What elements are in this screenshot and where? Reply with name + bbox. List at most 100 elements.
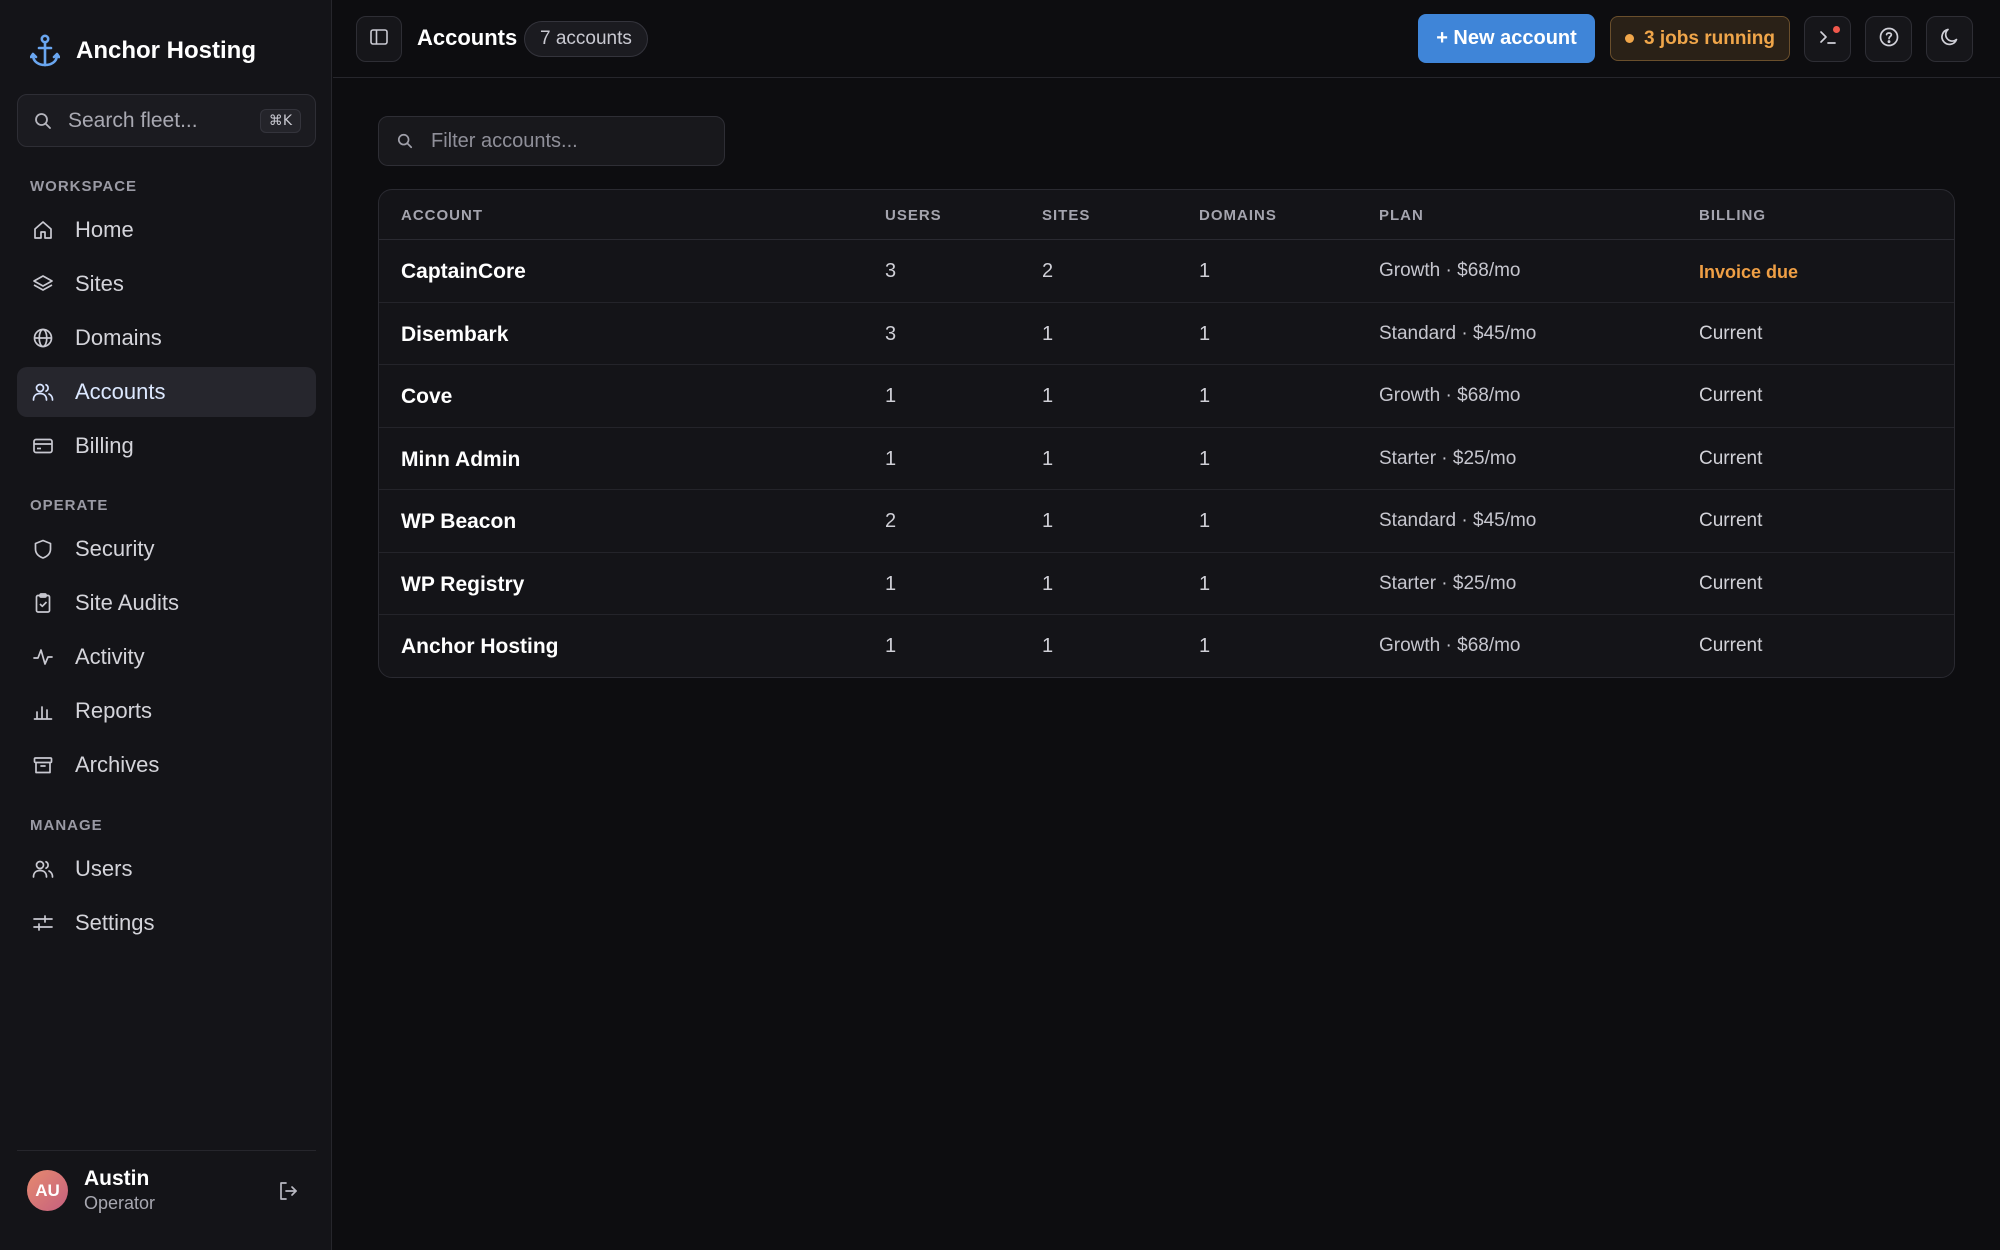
user-role: Operator <box>84 1193 156 1213</box>
plan: Growth · $68/mo <box>1379 385 1521 406</box>
search-icon <box>397 131 417 151</box>
column-header-users[interactable]: USERS <box>885 207 942 224</box>
globe-icon <box>31 326 55 350</box>
page-title: Accounts <box>417 25 518 50</box>
section-label-workspace: WORKSPACE <box>30 178 138 195</box>
avatar: AU <box>27 1170 68 1211</box>
domains-count: 1 <box>1199 572 1211 595</box>
sidebar-item-billing[interactable]: Billing <box>17 421 316 471</box>
users-count: 1 <box>885 635 897 657</box>
sidebar-item-activity[interactable]: Activity <box>17 632 316 682</box>
sites-count: 1 <box>1042 572 1054 595</box>
credit-card-icon <box>31 434 55 458</box>
table-row[interactable]: WP Beacon 2 1 1 Standard · $45/mo Curren… <box>379 490 1954 553</box>
accounts-table: ACCOUNT USERS SITES DOMAINS PLAN BILLING… <box>378 189 1955 678</box>
sidebar-item-label: Billing <box>75 433 134 458</box>
sidebar-item-label: Sites <box>75 271 124 296</box>
sidebar-item-label: Settings <box>75 910 155 935</box>
section-label-operate: OPERATE <box>30 497 109 514</box>
plan: Starter · $25/mo <box>1379 572 1517 594</box>
help-button[interactable] <box>1865 16 1912 62</box>
account-name[interactable]: Anchor Hosting <box>401 635 559 659</box>
archive-icon <box>31 753 55 777</box>
user-name: Austin <box>84 1167 150 1190</box>
domains-count: 1 <box>1199 635 1211 657</box>
account-name[interactable]: Minn Admin <box>401 448 520 472</box>
sidebar-item-accounts[interactable]: Accounts <box>17 367 316 417</box>
sidebar-toggle-button[interactable] <box>356 16 402 62</box>
users-count: 3 <box>885 322 897 345</box>
search-fleet-input[interactable]: Search fleet... ⌘K <box>17 94 316 147</box>
search-icon <box>34 110 56 132</box>
sidebar-item-settings[interactable]: Settings <box>17 898 316 948</box>
users-count: 3 <box>885 260 897 282</box>
sidebar-item-label: Users <box>75 856 133 881</box>
table-row[interactable]: Minn Admin 1 1 1 Starter · $25/mo Curren… <box>379 428 1954 490</box>
sidebar-item-site-audits[interactable]: Site Audits <box>17 578 316 628</box>
billing-status: Current <box>1699 447 1763 469</box>
activity-icon <box>31 645 55 669</box>
domains-count: 1 <box>1199 322 1211 345</box>
logout-icon[interactable] <box>274 1177 302 1205</box>
column-header-billing[interactable]: BILLING <box>1699 207 1766 224</box>
anchor-icon <box>30 34 60 68</box>
plan: Starter · $25/mo <box>1379 447 1517 469</box>
users-count: 2 <box>885 510 897 532</box>
sites-count: 1 <box>1042 322 1054 345</box>
brand[interactable]: Anchor Hosting <box>30 30 256 72</box>
account-name[interactable]: Cove <box>401 385 452 409</box>
column-header-plan[interactable]: PLAN <box>1379 207 1424 224</box>
account-name[interactable]: WP Beacon <box>401 510 516 534</box>
moon-icon <box>1939 26 1961 53</box>
theme-toggle-button[interactable] <box>1926 16 1973 62</box>
table-row[interactable]: Cove 1 1 1 Growth · $68/mo Current <box>379 365 1954 428</box>
billing-status: Invoice due <box>1699 262 1799 282</box>
shield-icon <box>31 537 55 561</box>
layers-icon <box>31 272 55 296</box>
billing-status: Current <box>1699 385 1763 406</box>
filter-placeholder: Filter accounts... <box>431 129 578 152</box>
clipboard-check-icon <box>31 591 55 615</box>
domains-count: 1 <box>1199 510 1211 532</box>
table-row[interactable]: WP Registry 1 1 1 Starter · $25/mo Curre… <box>379 553 1954 615</box>
sites-count: 1 <box>1042 385 1054 407</box>
account-name[interactable]: WP Registry <box>401 573 524 597</box>
users-icon <box>31 857 55 881</box>
sidebar-item-archives[interactable]: Archives <box>17 740 316 790</box>
filter-accounts-input[interactable]: Filter accounts... <box>378 116 725 166</box>
sidebar-item-label: Accounts <box>75 379 166 404</box>
jobs-running-label: 3 jobs running <box>1644 27 1775 49</box>
sidebar-item-security[interactable]: Security <box>17 524 316 574</box>
sidebar-item-users[interactable]: Users <box>17 844 316 894</box>
status-dot <box>1625 34 1635 43</box>
table-row[interactable]: Disembark 3 1 1 Standard · $45/mo Curren… <box>379 303 1954 365</box>
domains-count: 1 <box>1199 447 1211 470</box>
jobs-running-button[interactable]: 3 jobs running <box>1610 16 1790 61</box>
terminal-button[interactable] <box>1804 16 1851 62</box>
table-row[interactable]: Anchor Hosting 1 1 1 Growth · $68/mo Cur… <box>379 615 1954 677</box>
sidebar-item-label: Reports <box>75 698 153 723</box>
sites-count: 2 <box>1042 260 1054 282</box>
sites-count: 1 <box>1042 447 1054 470</box>
sidebar-item-reports[interactable]: Reports <box>17 686 316 736</box>
column-header-sites[interactable]: SITES <box>1042 207 1090 224</box>
plan: Growth · $68/mo <box>1379 635 1521 656</box>
sidebar-item-label: Domains <box>75 325 162 350</box>
account-name[interactable]: CaptainCore <box>401 260 526 284</box>
sidebar-toggle-icon <box>369 27 389 52</box>
user-profile[interactable]: AU Austin Operator <box>17 1150 316 1230</box>
billing-status: Current <box>1699 510 1763 531</box>
sidebar: Anchor Hosting Search fleet... ⌘K WORKSP… <box>0 0 332 1250</box>
table-row[interactable]: CaptainCore 3 2 1 Growth · $68/mo Invoic… <box>379 240 1954 303</box>
column-header-domains[interactable]: DOMAINS <box>1199 207 1277 224</box>
sidebar-item-sites[interactable]: Sites <box>17 259 316 309</box>
sidebar-item-domains[interactable]: Domains <box>17 313 316 363</box>
sites-count: 1 <box>1042 635 1054 657</box>
sidebar-item-home[interactable]: Home <box>17 205 316 255</box>
users-count: 1 <box>885 572 897 595</box>
account-name[interactable]: Disembark <box>401 323 508 347</box>
users-count: 1 <box>885 447 897 470</box>
brand-name: Anchor Hosting <box>76 37 256 64</box>
new-account-button[interactable]: + New account <box>1418 14 1595 63</box>
column-header-account[interactable]: ACCOUNT <box>401 207 483 224</box>
